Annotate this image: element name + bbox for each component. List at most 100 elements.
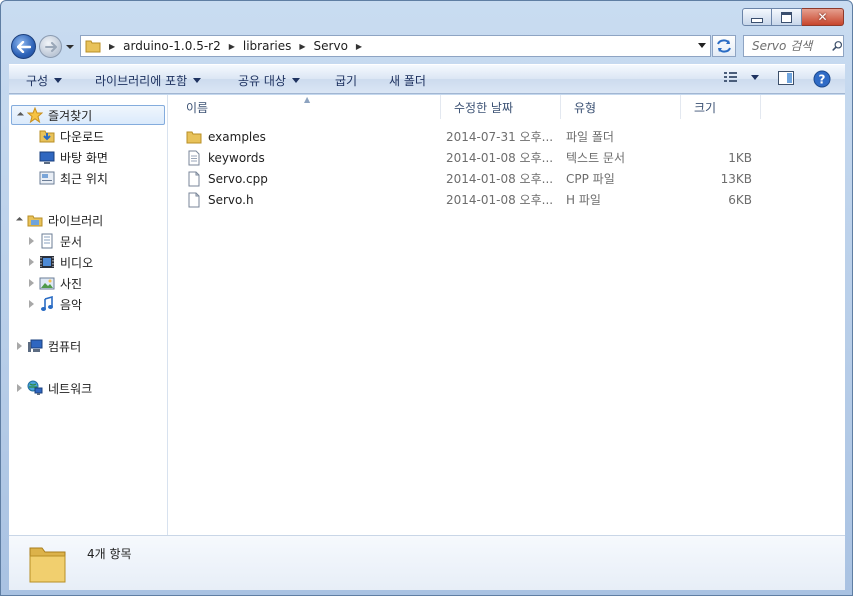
burn-button[interactable]: 굽기 — [335, 65, 357, 95]
expand-arrow-icon[interactable] — [29, 300, 34, 308]
star-icon — [27, 107, 43, 123]
column-header-date[interactable]: 수정한 날짜 — [441, 95, 561, 119]
organize-button[interactable]: 구성 — [26, 65, 63, 95]
nav-recent-places-label: 최근 위치 — [60, 171, 108, 186]
file-list: 이름 ▲ 수정한 날짜 유형 크기 examples 2014-07-31 오후… — [168, 95, 845, 535]
file-type: CPP 파일 — [566, 172, 615, 186]
nav-music[interactable]: 음악 — [29, 294, 82, 314]
chevron-down-icon — [751, 74, 759, 80]
column-header-size[interactable]: 크기 — [681, 95, 761, 119]
nav-computer[interactable]: 컴퓨터 — [17, 336, 81, 356]
close-button[interactable]: ✕ — [802, 8, 844, 26]
nav-desktop-label: 바탕 화면 — [60, 150, 108, 165]
nav-libraries[interactable]: 라이브러리 — [15, 210, 104, 230]
breadcrumb-separator-icon[interactable]: ▶ — [352, 42, 366, 51]
expand-arrow-icon[interactable] — [17, 342, 22, 350]
nav-music-label: 음악 — [60, 297, 83, 312]
nav-libraries-label: 라이브러리 — [48, 213, 104, 228]
breadcrumb-arduino[interactable]: arduino-1.0.5-r2 — [119, 36, 225, 56]
address-bar[interactable]: ▶ arduino-1.0.5-r2 ▶ libraries ▶ Servo ▶ — [80, 35, 711, 57]
maximize-button[interactable] — [772, 8, 802, 26]
nav-network[interactable]: 네트워크 — [17, 378, 92, 398]
back-arrow-icon — [16, 40, 31, 53]
libraries-icon — [27, 215, 43, 227]
nav-desktop[interactable]: 바탕 화면 — [39, 147, 108, 167]
nav-videos[interactable]: 비디오 — [29, 252, 93, 272]
view-details-icon — [724, 72, 737, 82]
share-with-label: 공유 대상 — [238, 73, 286, 88]
forward-button[interactable] — [39, 35, 62, 58]
recent-pages-button[interactable] — [65, 41, 75, 51]
nav-favorites-label: 즐겨찾기 — [48, 108, 93, 123]
breadcrumb-separator-icon[interactable]: ▶ — [105, 42, 119, 51]
preview-pane-button[interactable] — [777, 70, 795, 86]
share-with-button[interactable]: 공유 대상 — [238, 65, 300, 95]
file-name-cell: examples — [186, 126, 266, 147]
nav-downloads[interactable]: 다운로드 — [39, 126, 104, 146]
burn-label: 굽기 — [335, 73, 358, 88]
file-name: examples — [208, 129, 266, 144]
file-date: 2014-07-31 오후... — [446, 130, 554, 144]
help-button[interactable]: ? — [813, 70, 831, 88]
table-row[interactable]: Servo.h 2014-01-08 오후... H 파일 6KB — [168, 189, 845, 210]
file-type: H 파일 — [566, 193, 601, 207]
file-type: 파일 폴더 — [566, 130, 614, 144]
nav-pictures-label: 사진 — [60, 276, 83, 291]
nav-pictures[interactable]: 사진 — [29, 273, 82, 293]
expand-arrow-icon[interactable] — [29, 237, 34, 245]
column-header-size-label: 크기 — [694, 100, 717, 115]
breadcrumb-servo[interactable]: Servo — [310, 36, 352, 56]
file-size: 1KB — [728, 150, 752, 165]
breadcrumb-separator-icon[interactable]: ▶ — [225, 42, 239, 51]
nav-computer-label: 컴퓨터 — [48, 339, 82, 354]
computer-icon — [28, 339, 43, 352]
search-box[interactable] — [743, 35, 844, 57]
pictures-icon — [39, 277, 55, 290]
chevron-down-icon — [291, 77, 300, 83]
command-bar: 구성 라이브러리에 포함 공유 대상 굽기 새 폴더 ? — [9, 64, 845, 94]
table-row[interactable]: Servo.cpp 2014-01-08 오후... CPP 파일 13KB — [168, 168, 845, 189]
item-count: 4개 항목 — [87, 547, 132, 561]
documents-icon — [41, 233, 53, 249]
sort-ascending-icon: ▲ — [304, 95, 311, 104]
column-header-type[interactable]: 유형 — [561, 95, 681, 119]
file-icon — [188, 171, 200, 186]
new-folder-button[interactable]: 새 폴더 — [389, 65, 426, 95]
expand-arrow-icon[interactable] — [15, 216, 24, 224]
videos-icon — [40, 256, 54, 268]
expand-arrow-icon[interactable] — [17, 384, 22, 392]
nav-recent-places[interactable]: 최근 위치 — [39, 168, 108, 188]
nav-favorites[interactable]: 즐겨찾기 — [11, 105, 165, 125]
nav-documents-label: 문서 — [60, 234, 83, 249]
minimize-button[interactable] — [742, 8, 772, 26]
nav-videos-label: 비디오 — [60, 255, 94, 270]
folder-icon — [85, 40, 101, 53]
details-pane: 4개 항목 — [9, 535, 845, 590]
refresh-button[interactable] — [712, 35, 736, 57]
expand-arrow-icon[interactable] — [29, 279, 34, 287]
desktop-icon — [39, 151, 55, 164]
expand-arrow-icon[interactable] — [16, 111, 25, 119]
address-dropdown-icon[interactable] — [698, 43, 706, 48]
navigation-row: ▶ arduino-1.0.5-r2 ▶ libraries ▶ Servo ▶ — [1, 33, 853, 59]
search-input[interactable] — [744, 38, 832, 54]
file-size: 13KB — [720, 171, 752, 186]
music-icon — [41, 296, 53, 311]
downloads-folder-icon — [39, 130, 55, 143]
table-row[interactable]: examples 2014-07-31 오후... 파일 폴더 — [168, 126, 845, 147]
file-name: Servo.cpp — [208, 171, 268, 186]
breadcrumb-separator-icon[interactable]: ▶ — [295, 42, 309, 51]
search-icon[interactable] — [832, 39, 843, 53]
change-view-button[interactable] — [723, 70, 759, 84]
content-area: 즐겨찾기 다운로드 바탕 화면 최근 위치 라이브러리 문서 비디오 사진 음악… — [9, 95, 845, 535]
include-in-library-button[interactable]: 라이브러리에 포함 — [95, 65, 202, 95]
expand-arrow-icon[interactable] — [29, 258, 34, 266]
navigation-pane: 즐겨찾기 다운로드 바탕 화면 최근 위치 라이브러리 문서 비디오 사진 음악… — [9, 95, 168, 535]
back-button[interactable] — [11, 34, 36, 59]
nav-documents[interactable]: 문서 — [29, 231, 82, 251]
file-type: 텍스트 문서 — [566, 151, 626, 165]
breadcrumb-libraries[interactable]: libraries — [239, 36, 295, 56]
file-name: keywords — [208, 150, 265, 165]
refresh-icon — [717, 39, 731, 53]
table-row[interactable]: keywords 2014-01-08 오후... 텍스트 문서 1KB — [168, 147, 845, 168]
